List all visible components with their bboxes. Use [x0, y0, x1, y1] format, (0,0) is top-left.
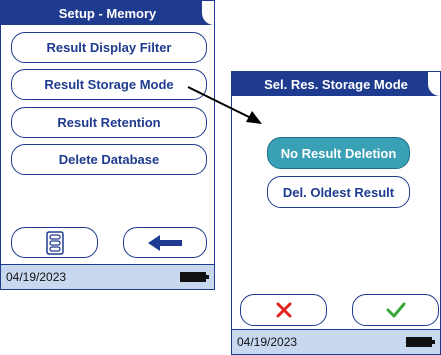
pointer-arrow-icon: [187, 86, 262, 124]
